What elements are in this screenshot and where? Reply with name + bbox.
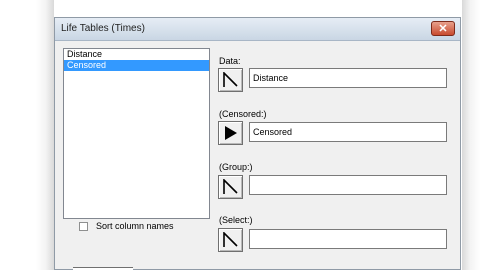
- group-label: (Group:): [219, 162, 253, 172]
- group-arrow-button[interactable]: [218, 175, 243, 199]
- window-title: Life Tables (Times): [61, 23, 145, 34]
- arrow-outline-icon: [223, 179, 238, 194]
- variable-listbox[interactable]: Distance Censored: [63, 48, 210, 219]
- life-tables-dialog: Life Tables (Times) ✕ Distance Censored …: [54, 17, 461, 272]
- censored-arrow-button[interactable]: [218, 121, 243, 145]
- list-item-censored[interactable]: Censored: [64, 60, 209, 71]
- arrow-outline-icon: [223, 72, 238, 87]
- data-field[interactable]: Distance: [249, 68, 447, 88]
- list-item-distance[interactable]: Distance: [64, 49, 209, 60]
- select-arrow-button[interactable]: [218, 228, 243, 252]
- sort-column-names-checkbox[interactable]: [79, 221, 88, 231]
- sort-column-names-label: Sort column names: [96, 221, 174, 231]
- background-shadow-left: [36, 0, 54, 270]
- select-label: (Select:): [219, 215, 253, 225]
- background-shadow-right: [462, 0, 480, 270]
- arrow-filled-icon: [225, 126, 237, 140]
- censored-field[interactable]: Censored: [249, 122, 447, 142]
- close-icon: ✕: [438, 23, 448, 35]
- sort-column-names-row[interactable]: Sort column names: [79, 219, 174, 233]
- title-bar: Life Tables (Times) ✕: [55, 18, 460, 41]
- data-label: Data:: [219, 56, 241, 66]
- arrow-outline-icon: [223, 232, 238, 247]
- select-field[interactable]: [249, 229, 447, 249]
- close-button[interactable]: ✕: [431, 21, 455, 36]
- data-arrow-button[interactable]: [218, 68, 243, 92]
- group-field[interactable]: [249, 175, 447, 195]
- censored-label: (Censored:): [219, 109, 267, 119]
